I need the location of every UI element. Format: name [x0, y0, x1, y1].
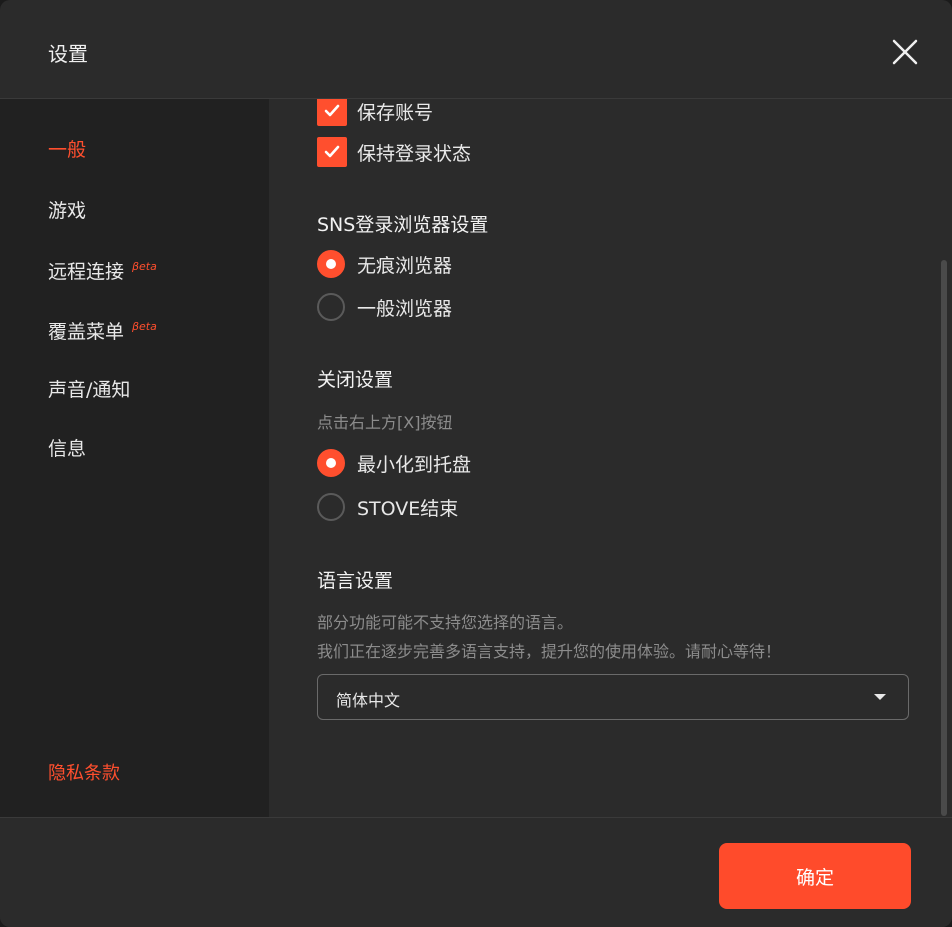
normal-browser-radio[interactable]: 一般浏览器 — [317, 293, 452, 321]
sidebar-item-info[interactable]: 信息 — [48, 434, 86, 461]
close-section-description: 点击右上方[X]按钮 — [317, 413, 453, 432]
confirm-button-label: 确定 — [795, 866, 834, 889]
checkbox-label: 保存账号 — [357, 101, 434, 124]
check-icon — [324, 145, 340, 158]
sidebar-item-label: 信息 — [48, 438, 87, 460]
sidebar-item-sound-notification[interactable]: 声音/通知 — [48, 375, 130, 402]
minimize-to-tray-radio[interactable]: 最小化到托盘 — [317, 449, 471, 477]
sidebar-item-remote-connection[interactable]: 远程连接 βeta — [48, 257, 157, 284]
language-description-line-2: 我们正在逐步完善多语言支持，提升您的使用体验。请耐心等待！ — [317, 642, 782, 661]
sidebar-item-label: 一般 — [48, 139, 87, 161]
close-section-title: 关闭设置 — [317, 369, 394, 391]
beta-badge: βeta — [132, 320, 157, 333]
scrollbar-thumb[interactable] — [941, 260, 947, 816]
radio-label: 最小化到托盘 — [357, 453, 472, 476]
sidebar-item-label: 远程连接 — [48, 261, 125, 283]
sidebar: 一般 游戏 远程连接 βeta 覆盖菜单 βeta 声音/通知 信息 隐私条款 — [0, 99, 269, 817]
radio-label: STOVE结束 — [357, 497, 459, 520]
close-button[interactable] — [886, 33, 924, 71]
sns-section-title: SNS登录浏览器设置 — [317, 214, 489, 236]
language-select[interactable]: 简体中文 — [317, 674, 909, 720]
radio-label: 无痕浏览器 — [357, 254, 453, 277]
radio-unselected — [317, 293, 345, 321]
sidebar-item-overlay-menu[interactable]: 覆盖菜单 βeta — [48, 317, 157, 344]
language-description-line-1: 部分功能可能不支持您选择的语言。 — [317, 613, 574, 632]
radio-label: 一般浏览器 — [357, 297, 453, 320]
language-select-value: 简体中文 — [336, 691, 401, 710]
check-icon — [324, 104, 340, 117]
checkbox-checked — [317, 99, 347, 126]
confirm-button[interactable]: 确定 — [719, 843, 911, 909]
caret-down-icon — [874, 694, 886, 700]
beta-badge: βeta — [132, 260, 157, 273]
incognito-browser-radio[interactable]: 无痕浏览器 — [317, 250, 452, 278]
radio-unselected — [317, 493, 345, 521]
sidebar-item-label: 游戏 — [48, 200, 87, 222]
save-account-checkbox[interactable]: 保存账号 — [317, 99, 433, 126]
radio-selected — [317, 449, 345, 477]
stove-exit-radio[interactable]: STOVE结束 — [317, 493, 458, 521]
sidebar-item-label: 覆盖菜单 — [48, 321, 125, 343]
settings-dialog: 设置 一般 游戏 远程连接 βeta 覆盖菜单 βeta 声音/通知 信息 隐私条款 — [0, 0, 952, 927]
sidebar-item-general[interactable]: 一般 — [48, 135, 86, 162]
language-section-title: 语言设置 — [317, 570, 394, 592]
sidebar-item-label: 声音/通知 — [48, 379, 131, 401]
checkbox-label: 保持登录状态 — [357, 142, 472, 165]
privacy-policy-link[interactable]: 隐私条款 — [48, 759, 120, 785]
close-icon — [892, 39, 918, 65]
dialog-title: 设置 — [48, 42, 88, 66]
checkbox-checked — [317, 137, 347, 167]
content-scrollbar[interactable] — [938, 100, 950, 816]
dialog-footer: 确定 — [0, 817, 952, 927]
sidebar-item-games[interactable]: 游戏 — [48, 196, 86, 223]
keep-logged-in-checkbox[interactable]: 保持登录状态 — [317, 137, 471, 167]
dialog-header: 设置 — [0, 0, 952, 99]
radio-selected — [317, 250, 345, 278]
settings-content: 保存账号 保持登录状态 SNS登录浏览器设置 无痕浏览器 一般浏览器 关闭设置 … — [269, 99, 952, 817]
